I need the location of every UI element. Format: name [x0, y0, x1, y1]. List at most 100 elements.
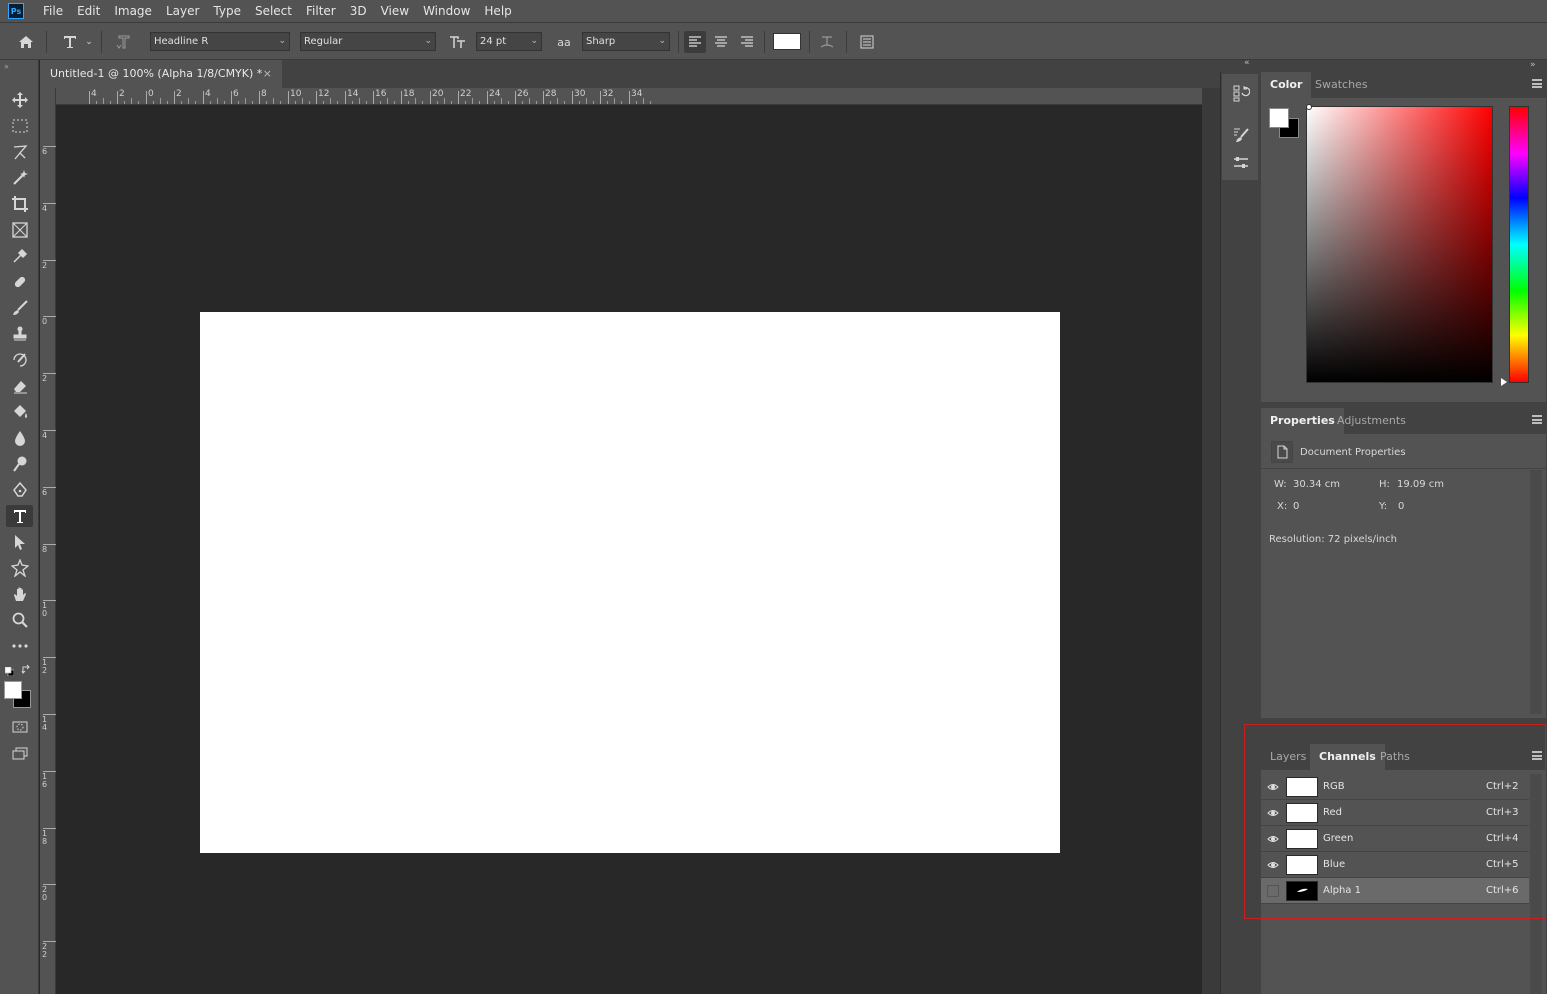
more-tools-icon[interactable]: [6, 635, 33, 657]
properties-panel-menu-icon[interactable]: [1532, 415, 1542, 424]
document-canvas[interactable]: [200, 312, 1060, 853]
ruler-minor-tick: [394, 101, 395, 104]
pen-tool-icon[interactable]: [6, 479, 33, 501]
menu-file[interactable]: File: [36, 0, 70, 22]
warp-text-icon[interactable]: [816, 31, 838, 53]
healing-brush-tool-icon[interactable]: [6, 271, 33, 293]
align-left-icon[interactable]: [684, 31, 706, 53]
y-value[interactable]: 0: [1398, 501, 1404, 512]
clone-stamp-tool-icon[interactable]: [6, 323, 33, 345]
collapse-arrows-icon[interactable]: »: [4, 62, 9, 71]
ruler-label: 2: [119, 89, 125, 99]
foreground-color-swatch[interactable]: [1269, 108, 1289, 128]
tab-swatches[interactable]: Swatches: [1306, 72, 1377, 98]
dock-collapse-bar[interactable]: «: [1220, 58, 1260, 72]
collapse-left-icon[interactable]: «: [1244, 58, 1250, 68]
type-tool-preset-icon[interactable]: [58, 31, 82, 53]
ruler-minor-tick: [273, 98, 274, 104]
ruler-minor-tick: [437, 101, 438, 104]
history-panel-icon[interactable]: [1230, 82, 1252, 104]
eraser-tool-icon[interactable]: [6, 375, 33, 397]
ruler-label: 2: [176, 89, 182, 99]
frame-tool-icon[interactable]: [6, 219, 33, 241]
brush-tool-icon[interactable]: [6, 297, 33, 319]
custom-shape-tool-icon[interactable]: [6, 557, 33, 579]
ruler-minor-tick: [323, 101, 324, 104]
marquee-tool-icon[interactable]: [6, 115, 33, 137]
ruler-label: 2: [42, 374, 48, 383]
hue-slider[interactable]: [1509, 106, 1529, 383]
ruler-minor-tick: [330, 98, 331, 104]
color-panel-menu-icon[interactable]: [1532, 79, 1542, 88]
ruler-minor-tick: [501, 98, 502, 104]
menu-help[interactable]: Help: [477, 0, 518, 22]
align-center-icon[interactable]: [710, 31, 732, 53]
menu-type[interactable]: Type: [206, 0, 248, 22]
anti-alias-select[interactable]: Sharp ⌄: [582, 32, 670, 51]
properties-scrollbar[interactable]: [1530, 470, 1542, 714]
expand-right-icon[interactable]: »: [1530, 60, 1536, 70]
home-icon[interactable]: [14, 31, 38, 53]
font-size-select[interactable]: 24 pt ⌄: [476, 32, 542, 51]
adjustments-panel-icon[interactable]: [1230, 152, 1252, 174]
move-tool-icon[interactable]: [6, 89, 33, 111]
type-tool-icon[interactable]: [6, 505, 33, 527]
tab-color[interactable]: Color: [1261, 72, 1312, 98]
character-panel-icon[interactable]: [856, 31, 878, 53]
ruler-minor-tick: [295, 101, 296, 104]
path-selection-tool-icon[interactable]: [6, 531, 33, 553]
ruler-minor-tick: [280, 101, 281, 104]
swap-colors-icon[interactable]: [21, 664, 32, 675]
height-value[interactable]: 19.09 cm: [1397, 479, 1444, 490]
text-orientation-icon[interactable]: [112, 31, 136, 53]
font-style-select[interactable]: Regular ⌄: [300, 32, 436, 51]
ruler-tick: [487, 91, 488, 104]
x-value[interactable]: 0: [1293, 501, 1299, 512]
menu-3d[interactable]: 3D: [343, 0, 374, 22]
ruler-minor-tick: [408, 101, 409, 104]
close-tab-icon[interactable]: ×: [263, 60, 272, 88]
crop-tool-icon[interactable]: [6, 193, 33, 215]
ruler-minor-tick: [550, 101, 551, 104]
menu-window[interactable]: Window: [416, 0, 477, 22]
color-picker-marker[interactable]: [1306, 104, 1312, 110]
dodge-tool-icon[interactable]: [6, 453, 33, 475]
default-colors-icon[interactable]: [4, 665, 15, 677]
ruler-label: 34: [631, 89, 643, 99]
menu-image[interactable]: Image: [107, 0, 159, 22]
color-picker-field[interactable]: [1306, 106, 1493, 383]
hue-slider-handle[interactable]: [1501, 378, 1507, 386]
menu-layer[interactable]: Layer: [159, 0, 206, 22]
ruler-minor-tick: [444, 98, 445, 104]
tab-adjustments[interactable]: Adjustments: [1328, 408, 1415, 434]
quick-mask-icon[interactable]: [6, 716, 33, 738]
brush-settings-panel-icon[interactable]: [1230, 124, 1252, 146]
ruler-tick: [430, 91, 431, 104]
menu-select[interactable]: Select: [248, 0, 299, 22]
width-value[interactable]: 30.34 cm: [1293, 479, 1340, 490]
menu-filter[interactable]: Filter: [299, 0, 343, 22]
screen-mode-icon[interactable]: [6, 743, 33, 765]
photoshop-logo[interactable]: Ps: [8, 3, 24, 19]
magic-wand-tool-icon[interactable]: [6, 167, 33, 189]
history-brush-tool-icon[interactable]: [6, 349, 33, 371]
ruler-minor-tick: [124, 101, 125, 104]
font-family-select[interactable]: Headline R ⌄: [150, 32, 290, 51]
chevron-down-icon[interactable]: ⌄: [84, 35, 94, 49]
ruler-minor-tick: [245, 98, 246, 104]
font-family-value: Headline R: [154, 36, 209, 47]
ruler-label: 2: [42, 261, 48, 270]
foreground-color-swatch[interactable]: [4, 681, 22, 699]
menu-edit[interactable]: Edit: [70, 0, 107, 22]
paint-bucket-tool-icon[interactable]: [6, 401, 33, 423]
zoom-tool-icon[interactable]: [6, 609, 33, 631]
eyedropper-tool-icon[interactable]: [6, 245, 33, 267]
hand-tool-icon[interactable]: [6, 583, 33, 605]
blur-tool-icon[interactable]: [6, 427, 33, 449]
align-right-icon[interactable]: [736, 31, 758, 53]
menu-view[interactable]: View: [374, 0, 416, 22]
text-color-swatch[interactable]: [773, 33, 801, 50]
document-tab[interactable]: Untitled-1 @ 100% (Alpha 1/8/CMYK) * ×: [40, 60, 282, 88]
lasso-tool-icon[interactable]: [6, 141, 33, 163]
ruler-label: 6: [42, 488, 48, 497]
